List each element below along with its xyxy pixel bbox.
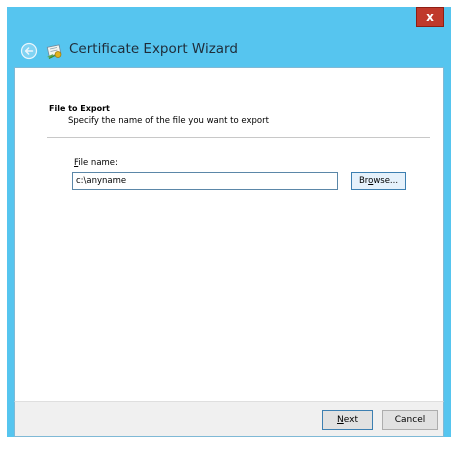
- window-title: Certificate Export Wizard: [69, 41, 238, 57]
- wizard-content: File to Export Specify the name of the f…: [14, 67, 444, 401]
- close-icon: x: [426, 10, 434, 24]
- browse-button[interactable]: Browse...: [351, 172, 406, 190]
- browse-label-start: Br: [358, 176, 369, 186]
- section-description: Specify the name of the file you want to…: [68, 116, 269, 126]
- file-name-input[interactable]: [72, 172, 338, 190]
- browse-label-end: wse...: [373, 176, 399, 186]
- wizard-footer: Next Cancel: [14, 401, 444, 437]
- wizard-window: x Certificate Export Wizard File to Expo…: [7, 7, 451, 437]
- title-bar: x Certificate Export Wizard: [7, 7, 451, 67]
- certificate-icon: [46, 42, 64, 60]
- back-arrow-icon: [20, 42, 38, 60]
- next-button[interactable]: Next: [322, 410, 373, 430]
- cancel-button[interactable]: Cancel: [382, 410, 438, 430]
- next-label-text: ext: [343, 415, 358, 425]
- divider: [47, 137, 430, 138]
- file-name-label-text: ile name:: [78, 158, 118, 168]
- file-name-label: File name:: [74, 158, 118, 168]
- next-label-accelerator: N: [337, 415, 344, 425]
- back-button[interactable]: [20, 42, 38, 60]
- section-title: File to Export: [49, 104, 110, 113]
- close-button[interactable]: x: [416, 7, 444, 27]
